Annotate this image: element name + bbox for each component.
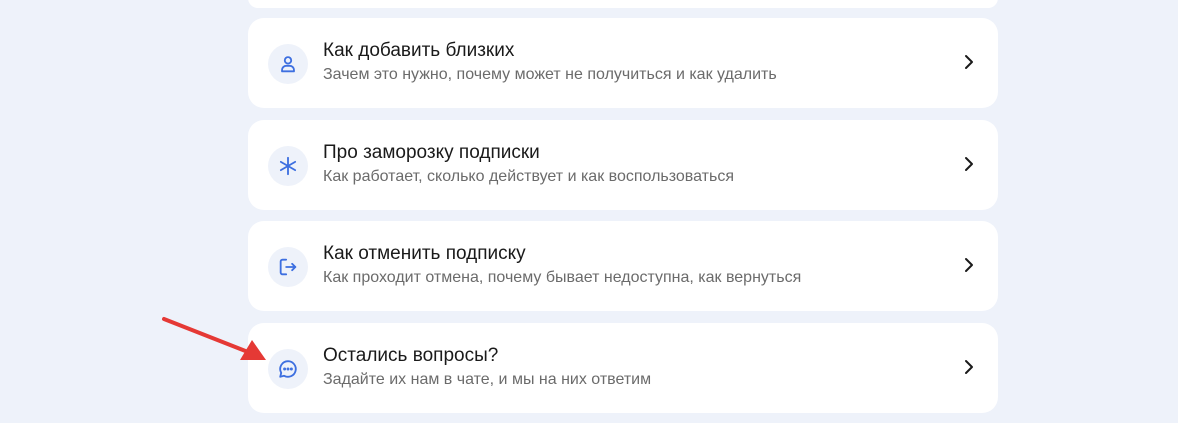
faq-card-add-family[interactable]: Как добавить близких Зачем это нужно, по… <box>248 18 998 108</box>
snowflake-icon <box>268 146 308 186</box>
faq-card-subtitle: Задайте их нам в чате, и мы на них ответ… <box>323 371 652 388</box>
faq-card-title: Как добавить близких <box>323 40 515 61</box>
faq-card-questions[interactable]: Остались вопросы? Задайте их нам в чате,… <box>248 323 998 413</box>
chevron-right-icon <box>962 254 976 276</box>
faq-card-subtitle: Как работает, сколько действует и как во… <box>323 168 734 185</box>
faq-card-title: Остались вопросы? <box>323 345 499 366</box>
faq-card-freeze[interactable]: Про заморозку подписки Как работает, ско… <box>248 120 998 210</box>
faq-card-cancel[interactable]: Как отменить подписку Как проходит отмен… <box>248 221 998 311</box>
chevron-right-icon <box>962 153 976 175</box>
logout-icon <box>268 247 308 287</box>
person-icon <box>268 44 308 84</box>
faq-card-title: Как отменить подписку <box>323 243 526 264</box>
faq-card-subtitle: Как проходит отмена, почему бывает недос… <box>323 269 802 286</box>
faq-card-subtitle: Зачем это нужно, почему может не получит… <box>323 66 777 83</box>
faq-card-partial[interactable] <box>248 0 998 8</box>
faq-card-title: Про заморозку подписки <box>323 142 540 163</box>
chat-icon <box>268 349 308 389</box>
chevron-right-icon <box>962 356 976 378</box>
chevron-right-icon <box>962 51 976 73</box>
